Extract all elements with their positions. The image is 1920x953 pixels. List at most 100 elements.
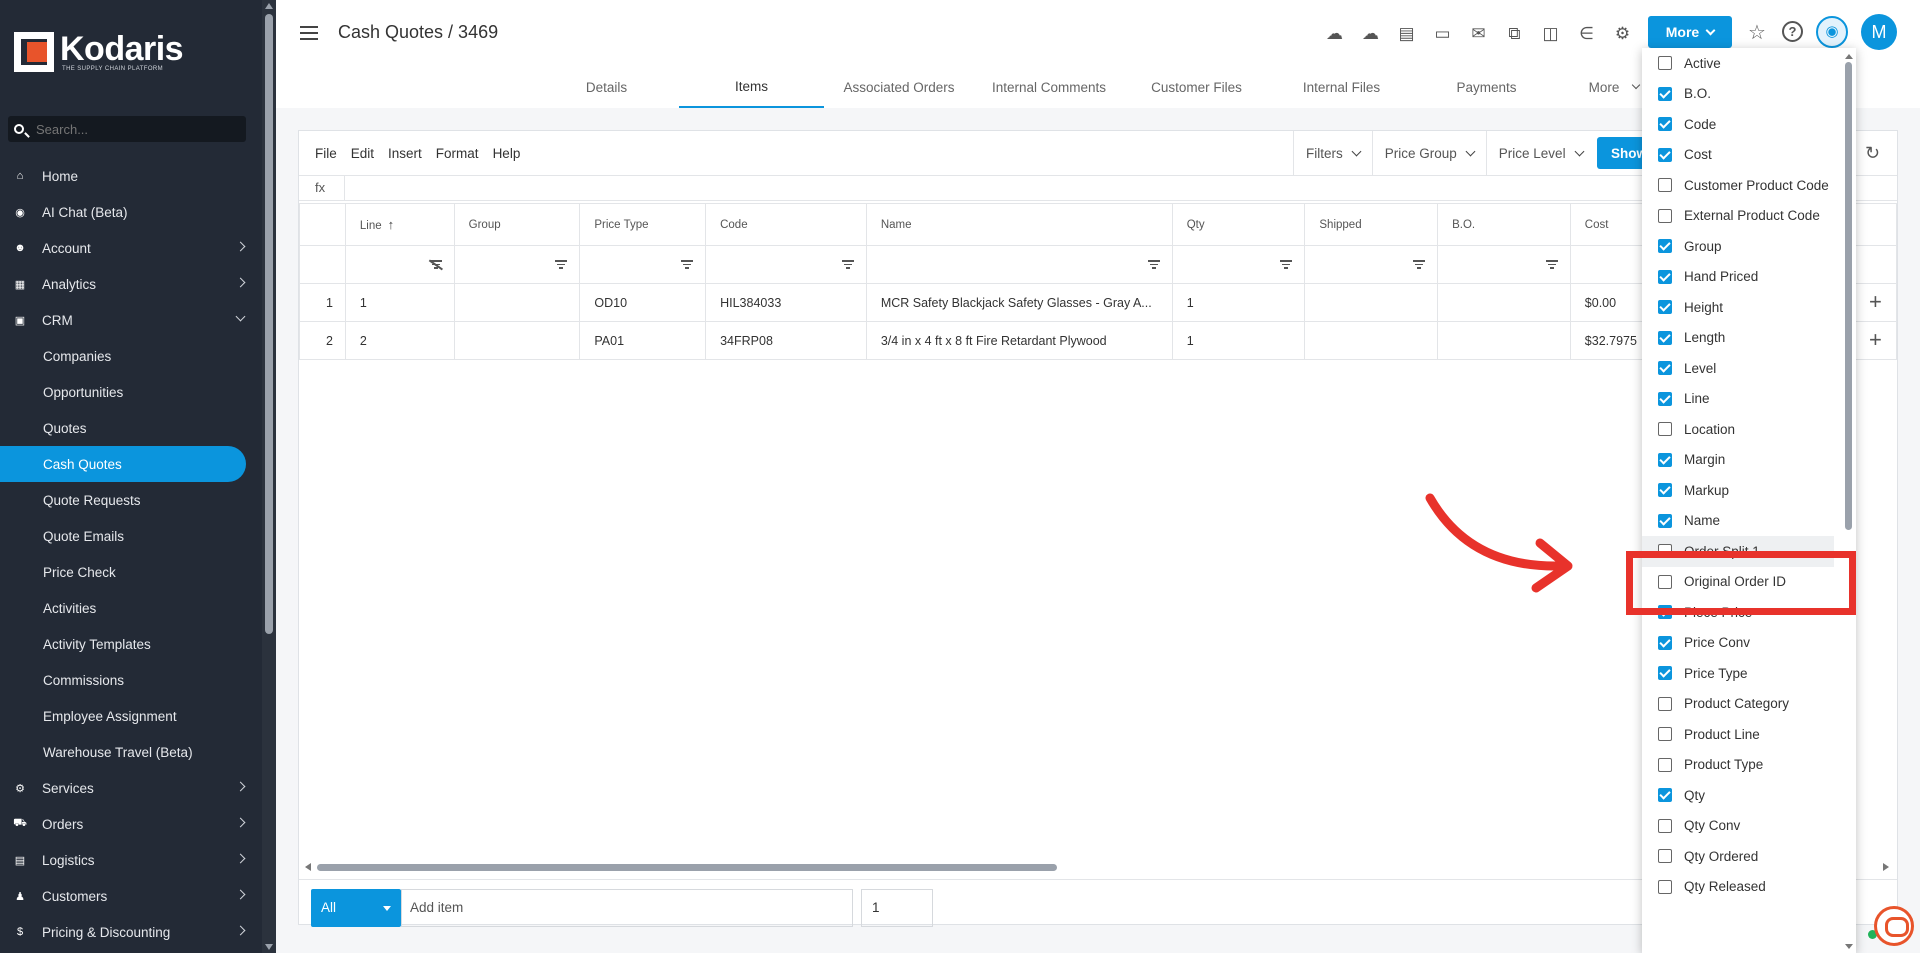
- filter-cell-price-type[interactable]: [579, 245, 707, 284]
- price-group-dropdown[interactable]: Price Group: [1371, 131, 1486, 175]
- star-icon[interactable]: ☆: [1748, 20, 1766, 45]
- cell-line[interactable]: 2: [344, 321, 455, 360]
- cloud-upload-icon[interactable]: ☁: [1321, 20, 1348, 47]
- checkbox[interactable]: [1658, 422, 1672, 437]
- attachment-icon[interactable]: ∈: [1573, 20, 1600, 47]
- sidebar-sub-activities[interactable]: Activities: [0, 590, 262, 626]
- col-header-code[interactable]: Code: [705, 203, 867, 246]
- cell-bo[interactable]: [1437, 283, 1571, 322]
- cell-shipped[interactable]: [1304, 283, 1439, 322]
- tab-items[interactable]: Items: [679, 66, 824, 108]
- refresh-icon[interactable]: ↻: [1865, 143, 1880, 164]
- gear-icon[interactable]: ⚙: [1609, 20, 1636, 47]
- column-option[interactable]: Hand Priced: [1642, 262, 1856, 293]
- checkbox[interactable]: [1658, 788, 1672, 803]
- filter-cell-qty[interactable]: [1171, 245, 1306, 284]
- menu-format[interactable]: Format: [436, 146, 479, 161]
- column-option[interactable]: Qty Released: [1642, 872, 1856, 903]
- tab-payments[interactable]: Payments: [1414, 66, 1559, 108]
- checkbox[interactable]: [1658, 513, 1672, 528]
- checkbox[interactable]: [1658, 330, 1672, 345]
- checkbox[interactable]: [1658, 849, 1672, 864]
- sidebar-item-account[interactable]: ☻ Account: [0, 230, 262, 266]
- checkbox[interactable]: [1658, 147, 1672, 162]
- checkbox[interactable]: [1658, 635, 1672, 650]
- sidebar-sub-opportunities[interactable]: Opportunities: [0, 374, 262, 410]
- column-option[interactable]: Level: [1642, 353, 1856, 384]
- filter-icon[interactable]: [841, 260, 854, 270]
- avatar[interactable]: M: [1861, 14, 1897, 50]
- cell-code[interactable]: HIL384033: [705, 283, 867, 322]
- credit-card-icon[interactable]: ▭: [1429, 20, 1456, 47]
- email-icon[interactable]: ✉: [1465, 20, 1492, 47]
- col-header-name[interactable]: Name: [865, 203, 1173, 246]
- menu-edit[interactable]: Edit: [351, 146, 374, 161]
- filter-icon[interactable]: [1545, 260, 1558, 270]
- checkbox[interactable]: [1658, 666, 1672, 681]
- tab-associated-orders[interactable]: Associated Orders: [824, 66, 974, 108]
- more-button[interactable]: More: [1648, 16, 1732, 48]
- filter-cell-code[interactable]: [705, 245, 867, 284]
- checkbox[interactable]: [1658, 269, 1672, 284]
- price-level-dropdown[interactable]: Price Level: [1485, 131, 1595, 175]
- sidebar-sub-employee-assignment[interactable]: Employee Assignment: [0, 698, 262, 734]
- cell-price-type[interactable]: OD10: [579, 283, 707, 322]
- filter-cell-name[interactable]: [865, 245, 1173, 284]
- tab-customer-files[interactable]: Customer Files: [1124, 66, 1269, 108]
- filter-icon[interactable]: [1413, 260, 1426, 270]
- chat-support-icon[interactable]: [1874, 906, 1914, 946]
- row-number[interactable]: 2: [299, 321, 346, 360]
- column-option[interactable]: Price Conv: [1642, 628, 1856, 659]
- add-qty-input[interactable]: 1: [861, 889, 933, 927]
- column-option[interactable]: Qty Conv: [1642, 811, 1856, 842]
- checkbox[interactable]: [1658, 757, 1672, 772]
- column-option[interactable]: Group: [1642, 231, 1856, 262]
- column-option[interactable]: Location: [1642, 414, 1856, 445]
- col-header-qty[interactable]: Qty: [1171, 203, 1306, 246]
- menu-insert[interactable]: Insert: [388, 146, 422, 161]
- column-option[interactable]: Qty: [1642, 780, 1856, 811]
- checkbox[interactable]: [1658, 117, 1672, 132]
- checkbox[interactable]: [1658, 208, 1672, 223]
- sidebar-sub-commissions[interactable]: Commissions: [0, 662, 262, 698]
- checkbox[interactable]: [1658, 239, 1672, 254]
- column-option[interactable]: Code: [1642, 109, 1856, 140]
- column-option[interactable]: Active: [1642, 48, 1856, 79]
- filter-icon[interactable]: [555, 260, 568, 270]
- tab-internal-files[interactable]: Internal Files: [1269, 66, 1414, 108]
- col-header-bo[interactable]: B.O.: [1437, 203, 1571, 246]
- sidebar-search[interactable]: [8, 116, 246, 142]
- add-file-icon[interactable]: ◫: [1537, 20, 1564, 47]
- sidebar-sub-quotes[interactable]: Quotes: [0, 410, 262, 446]
- sidebar-sub-companies[interactable]: Companies: [0, 338, 262, 374]
- sidebar-item-home[interactable]: ⌂ Home: [0, 158, 262, 194]
- sidebar-scrollbar[interactable]: [262, 0, 276, 953]
- checkbox[interactable]: [1658, 818, 1672, 833]
- sidebar-item-crm[interactable]: ▣ CRM: [0, 302, 262, 338]
- cell-bo[interactable]: [1437, 321, 1571, 360]
- corner-cell[interactable]: [299, 203, 346, 246]
- column-option[interactable]: External Product Code: [1642, 201, 1856, 232]
- checkbox[interactable]: [1658, 56, 1672, 71]
- column-option[interactable]: Height: [1642, 292, 1856, 323]
- column-option[interactable]: Margin: [1642, 445, 1856, 476]
- sidebar-sub-activity-templates[interactable]: Activity Templates: [0, 626, 262, 662]
- search-input[interactable]: [36, 121, 236, 137]
- add-item-input[interactable]: Add item: [401, 889, 853, 927]
- ai-assistant-icon[interactable]: ◉: [1816, 16, 1848, 48]
- column-option[interactable]: Product Line: [1642, 719, 1856, 750]
- column-option[interactable]: Length: [1642, 323, 1856, 354]
- filter-cell-group[interactable]: [453, 245, 581, 284]
- cell-line[interactable]: 1: [344, 283, 455, 322]
- column-menu-scrollbar[interactable]: [1842, 48, 1856, 953]
- col-header-line[interactable]: Line ↑: [344, 203, 455, 246]
- sidebar-item-customers[interactable]: ♟ Customers: [0, 878, 262, 914]
- sidebar-item-services[interactable]: ⚙ Services: [0, 770, 262, 806]
- cell-qty[interactable]: 1: [1171, 283, 1306, 322]
- column-option[interactable]: B.O.: [1642, 79, 1856, 110]
- column-option[interactable]: Customer Product Code: [1642, 170, 1856, 201]
- add-row-icon[interactable]: +: [1869, 329, 1882, 351]
- cell-price-type[interactable]: PA01: [579, 321, 707, 360]
- filters-dropdown[interactable]: Filters: [1293, 131, 1372, 175]
- help-icon[interactable]: ?: [1782, 21, 1803, 42]
